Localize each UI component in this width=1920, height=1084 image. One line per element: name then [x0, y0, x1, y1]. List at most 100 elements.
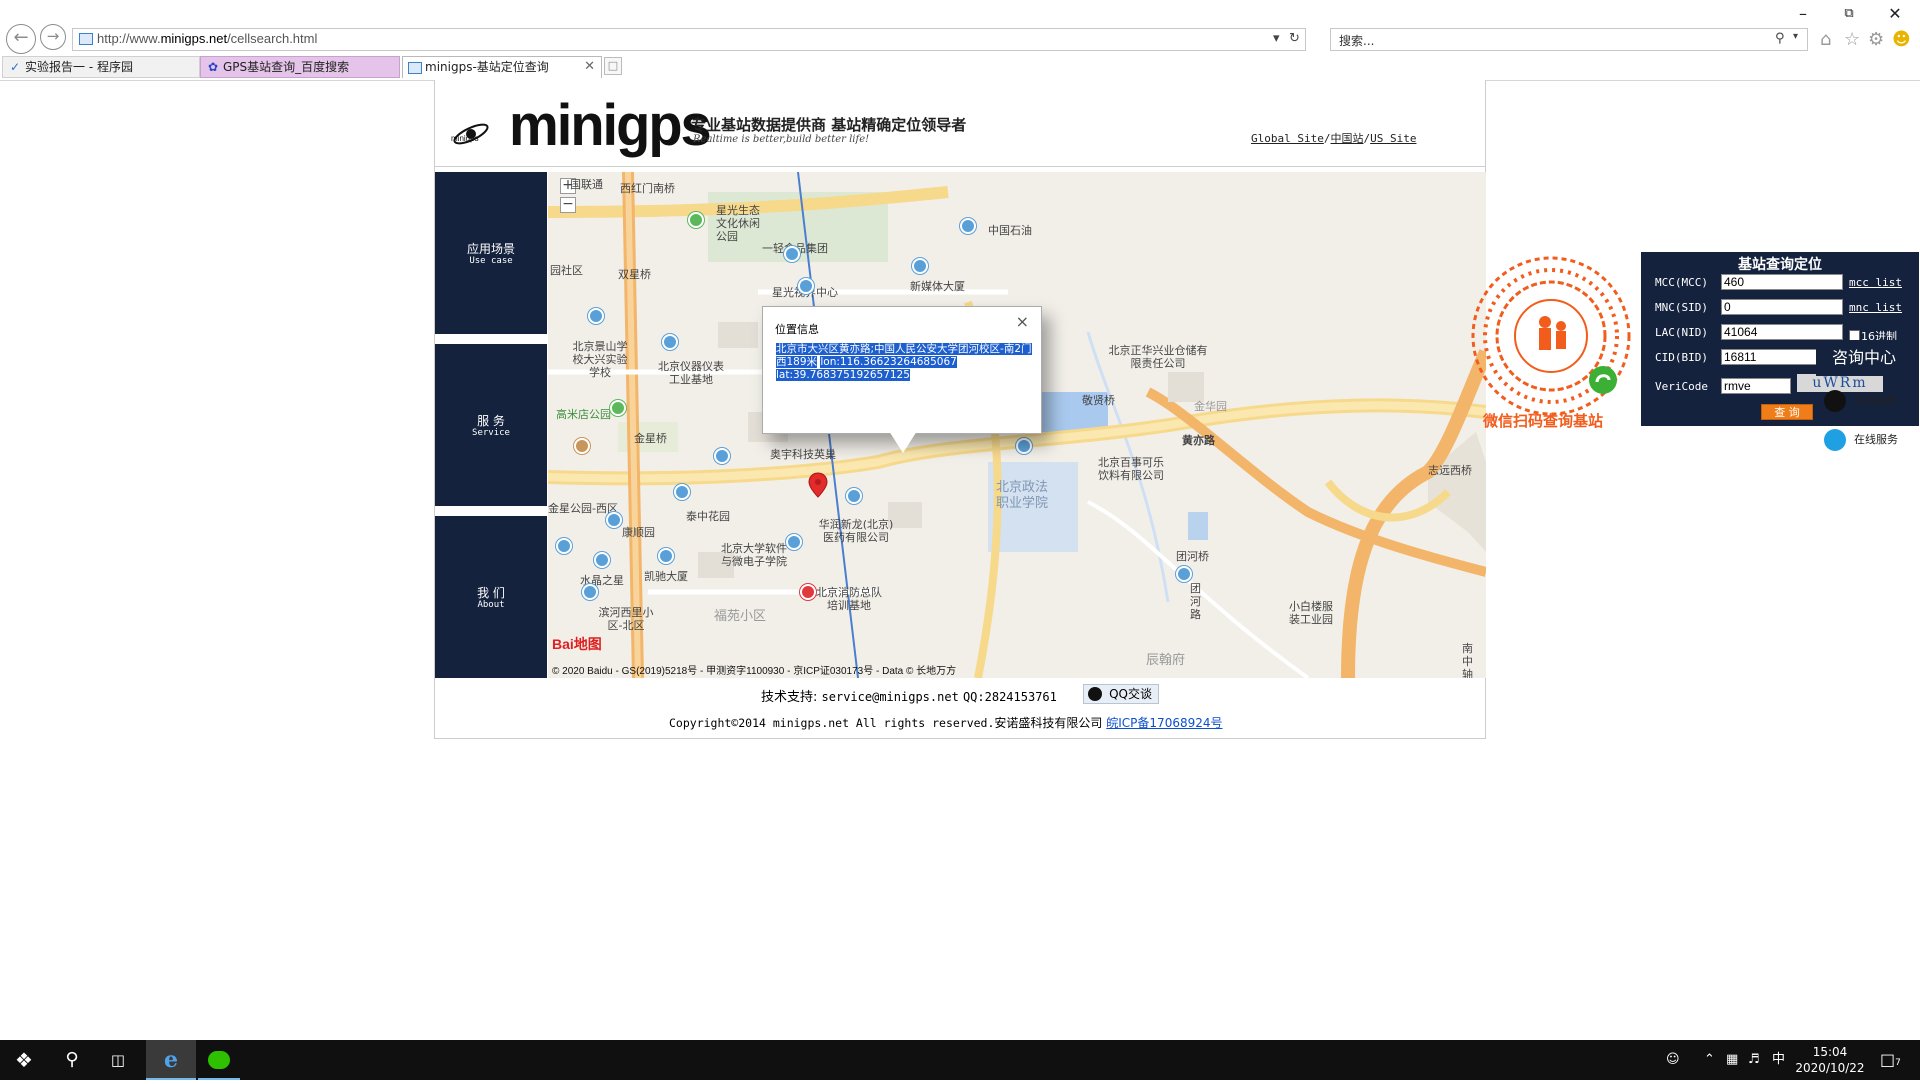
nav-use-case[interactable]: 应用场景 Use case: [435, 172, 547, 334]
search-icon[interactable]: ⚲: [1775, 31, 1785, 46]
header-divider: [435, 166, 1485, 167]
poi-marker-icon[interactable]: [798, 278, 814, 294]
logo-small-text: minigps: [451, 134, 479, 143]
new-tab-button[interactable]: □: [604, 57, 622, 75]
map-label: 金华园: [1194, 400, 1227, 413]
poi-marker-icon[interactable]: [1016, 438, 1032, 454]
poi-marker-icon[interactable]: [582, 584, 598, 600]
baidu-paw-icon: ✿: [207, 60, 219, 74]
popup-close-icon[interactable]: ×: [1016, 312, 1029, 331]
qq-chat-label: QQ交谈: [1109, 687, 1152, 701]
wechat-miniprogram-qr-icon: [1471, 256, 1631, 416]
china-site-link[interactable]: 中国站: [1330, 132, 1363, 145]
settings-gear-icon[interactable]: ⚙: [1868, 29, 1884, 50]
poi-marker-icon[interactable]: [960, 218, 976, 234]
internet-explorer-icon[interactable]: e: [146, 1040, 196, 1080]
footer-support: 技术支持: service@minigps.net QQ:2824153761: [761, 686, 1057, 705]
search-icon[interactable]: ⚲: [52, 1040, 92, 1080]
poi-marker-icon[interactable]: [606, 512, 622, 528]
zoom-out-button[interactable]: −: [560, 197, 576, 213]
online-service-qq[interactable]: 在线服务: [1824, 386, 1914, 416]
mcc-list-link[interactable]: mcc list: [1849, 276, 1902, 289]
nav-label-en: Service: [472, 428, 510, 438]
poi-marker-icon[interactable]: [662, 334, 678, 350]
map-label: 金星公园-西区: [548, 502, 618, 515]
online-service-skype[interactable]: 在线服务: [1824, 425, 1914, 455]
clock-date: 2020/10/22: [1795, 1061, 1865, 1075]
minimize-icon[interactable]: –: [1780, 2, 1826, 26]
nav-label-en: Use case: [469, 256, 513, 266]
mnc-input[interactable]: 0: [1721, 299, 1843, 315]
clock-time: 15:04: [1812, 1045, 1848, 1059]
favorites-star-icon[interactable]: ☆: [1844, 29, 1860, 50]
lac-input[interactable]: 41064: [1721, 324, 1843, 340]
icp-link[interactable]: 皖ICP备17068924号: [1106, 716, 1222, 730]
park-poi-icon[interactable]: [688, 212, 704, 228]
site-links: Global Site/中国站/US Site: [1251, 130, 1416, 146]
nav-label-zh: 应用场景: [466, 242, 515, 256]
us-site-link[interactable]: US Site: [1370, 132, 1416, 145]
vericode-input[interactable]: rmve: [1721, 378, 1791, 394]
wechat-icon[interactable]: [198, 1040, 240, 1080]
smiley-feedback-icon[interactable]: ☻: [1892, 29, 1911, 50]
tab-label: minigps-基站定位查询: [425, 60, 549, 74]
program-garden-favicon-icon: ✓: [9, 60, 21, 74]
map-label: 华润新龙(北京)医药有限公司: [818, 518, 894, 544]
poi-marker-icon[interactable]: [658, 548, 674, 564]
home-icon[interactable]: ⌂: [1820, 29, 1831, 50]
poi-marker-icon[interactable]: [588, 308, 604, 324]
close-window-icon[interactable]: ✕: [1872, 2, 1918, 26]
tab-label: 实验报告一 - 程序园: [25, 60, 133, 74]
mcc-input[interactable]: 460: [1721, 274, 1843, 290]
nav-service[interactable]: 服 务 Service: [435, 344, 547, 506]
poi-marker-icon[interactable]: [574, 438, 590, 454]
action-center-icon[interactable]: □7: [1880, 1040, 1901, 1080]
qq-chat-button[interactable]: QQ交谈: [1083, 684, 1159, 704]
people-icon[interactable]: ☺: [1666, 1040, 1680, 1080]
poi-marker-icon[interactable]: [594, 552, 610, 568]
poi-marker-icon[interactable]: [1176, 566, 1192, 582]
search-box[interactable]: 搜索... ⚲ ▾: [1330, 28, 1808, 51]
dropdown-arrow-icon[interactable]: ▾: [1273, 31, 1280, 46]
poi-marker-icon[interactable]: [784, 246, 800, 262]
query-button[interactable]: 查 询: [1761, 404, 1813, 420]
windows-start-icon[interactable]: ❖: [4, 1040, 44, 1080]
tab-close-icon[interactable]: ✕: [584, 57, 595, 77]
restore-icon[interactable]: ⧉: [1826, 2, 1872, 26]
map-label: 北京景山学校大兴实验学校: [572, 340, 628, 379]
network-icon[interactable]: ▦: [1726, 1040, 1738, 1080]
ime-indicator[interactable]: 中: [1772, 1040, 1785, 1080]
search-dropdown-icon[interactable]: ▾: [1793, 31, 1798, 42]
poi-marker-icon[interactable]: [912, 258, 928, 274]
map-label: 滨河西里小区-北区: [598, 606, 654, 632]
poi-marker-icon[interactable]: [714, 448, 730, 464]
page-favicon-icon: [408, 62, 422, 74]
forward-button[interactable]: →: [40, 24, 66, 50]
poi-marker-icon[interactable]: [786, 534, 802, 550]
poi-marker-icon[interactable]: [556, 538, 572, 554]
poi-marker-icon[interactable]: [674, 484, 690, 500]
address-bar[interactable]: http://www.minigps.net/cellsearch.html ▾…: [72, 28, 1306, 51]
nav-about[interactable]: 我 们 About: [435, 516, 547, 678]
back-button[interactable]: ←: [6, 24, 36, 54]
poi-marker-icon[interactable]: [846, 488, 862, 504]
page-favicon-icon: [79, 33, 93, 45]
refresh-icon[interactable]: ↻: [1289, 31, 1300, 46]
park-poi-icon[interactable]: [610, 400, 626, 416]
tab-program-garden[interactable]: ✓ 实验报告一 - 程序园: [2, 56, 200, 78]
consult-center-title[interactable]: 咨询中心: [1816, 340, 1912, 376]
poi-marker-icon[interactable]: [800, 584, 816, 600]
tab-minigps[interactable]: minigps-基站定位查询 ✕: [402, 56, 602, 78]
map-label: 北京仪器仪表工业基地: [658, 360, 724, 386]
map-copyright: © 2020 Baidu - GS(2019)5218号 - 甲测资字11009…: [552, 666, 957, 677]
search-input[interactable]: 搜索...: [1339, 32, 1374, 49]
tab-baidu-search[interactable]: ✿ GPS基站查询_百度搜索: [200, 56, 400, 78]
location-pin-icon[interactable]: [808, 472, 828, 498]
mnc-list-link[interactable]: mnc list: [1849, 301, 1902, 314]
map-label: 志远西桥: [1428, 464, 1472, 477]
task-view-icon[interactable]: ◫: [98, 1040, 138, 1080]
volume-icon[interactable]: ♬: [1748, 1040, 1760, 1080]
tray-overflow-icon[interactable]: ⌃: [1704, 1040, 1715, 1080]
clock[interactable]: 15:04 2020/10/22: [1792, 1044, 1868, 1076]
global-site-link[interactable]: Global Site: [1251, 132, 1324, 145]
